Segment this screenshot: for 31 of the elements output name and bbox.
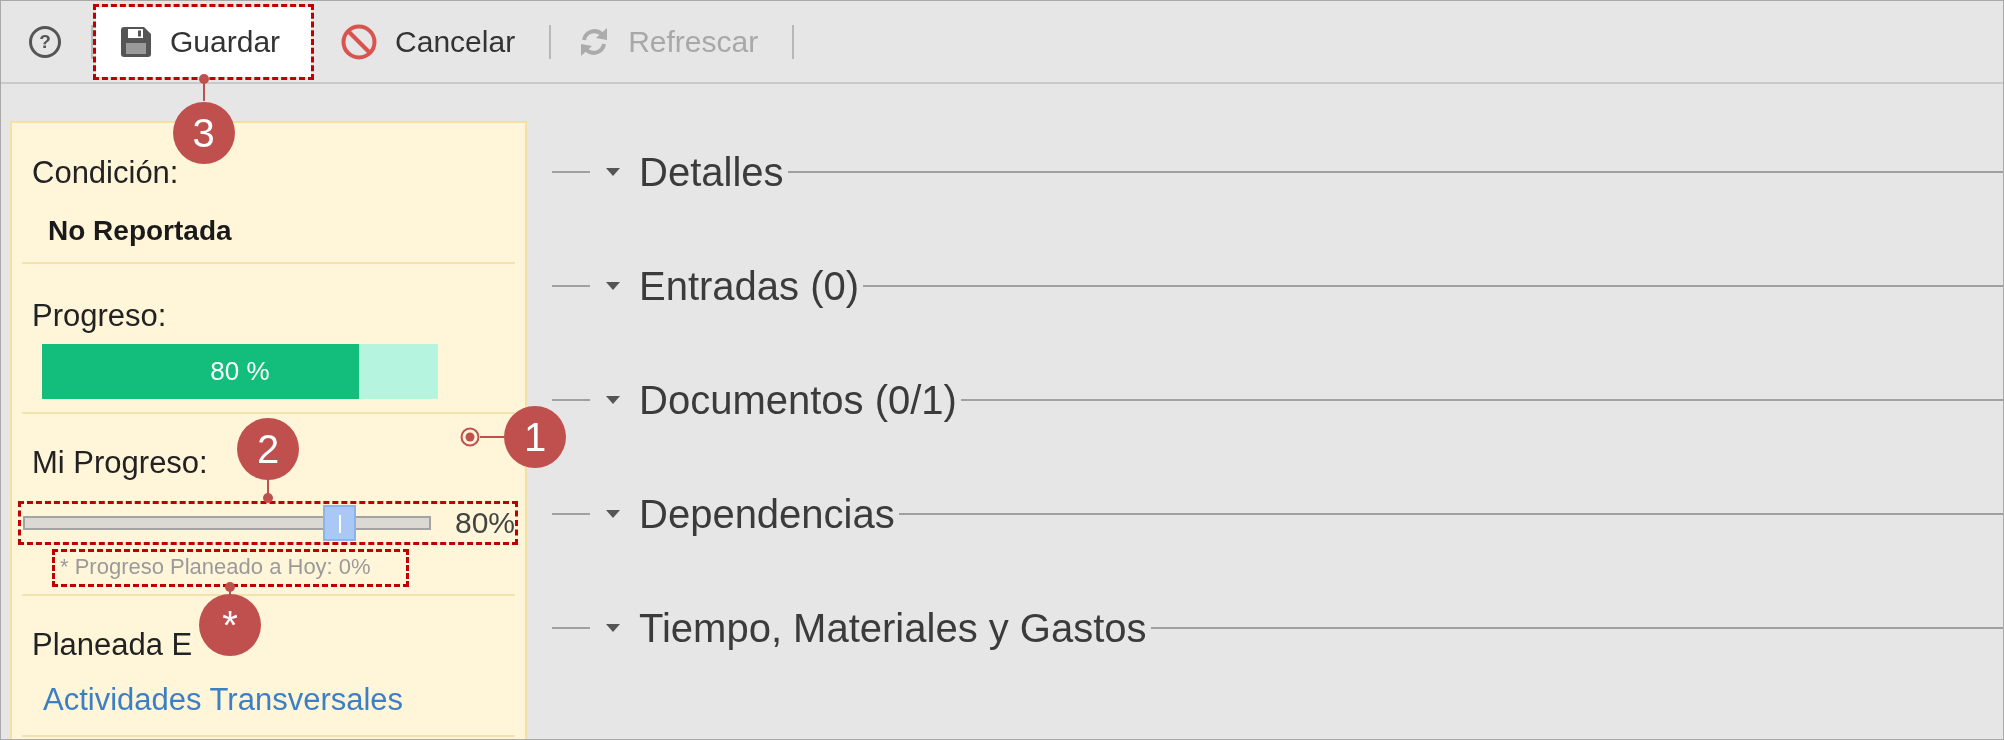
callout-badge: 3 xyxy=(172,101,235,164)
field-label: Progreso: xyxy=(32,298,167,334)
section-title[interactable]: Dependencias xyxy=(639,492,895,536)
help-button[interactable]: ? xyxy=(29,25,61,58)
section-title[interactable]: Tiempo, Materiales y Gastos xyxy=(639,606,1147,650)
caret-icon[interactable] xyxy=(606,396,620,404)
section-title[interactable]: Detalles xyxy=(639,150,784,194)
slider-value: 80% xyxy=(454,506,515,540)
callout-badge: 2 xyxy=(237,418,299,480)
field-label: Planeada E xyxy=(32,627,193,663)
leader-line xyxy=(197,72,210,101)
section-title[interactable]: Documentos (0/1) xyxy=(639,378,957,422)
caret-icon[interactable] xyxy=(606,282,620,290)
cancel-button[interactable]: Cancelar xyxy=(317,6,547,77)
section-title[interactable]: Entradas (0) xyxy=(639,264,860,308)
prohibited-icon xyxy=(341,23,378,60)
callout-badge: 1 xyxy=(504,406,566,468)
condition-value: No Reportada xyxy=(48,214,232,248)
caret-icon[interactable] xyxy=(606,624,620,632)
slider-thumb[interactable] xyxy=(323,505,356,541)
progress-percentage: 80 % xyxy=(210,356,270,387)
callout-badge: * xyxy=(199,594,261,656)
planned-progress-note: * Progreso Planeado a Hoy: 0% xyxy=(60,554,371,580)
target-icon xyxy=(460,427,480,447)
caret-icon[interactable] xyxy=(606,510,620,518)
activity-link[interactable]: Actividades Transversales xyxy=(43,682,404,718)
leader-line xyxy=(480,436,504,438)
save-button[interactable]: Guardar xyxy=(96,6,312,77)
field-label: Mi Progreso: xyxy=(32,445,208,481)
caret-icon[interactable] xyxy=(606,168,620,176)
slider-track[interactable] xyxy=(23,505,431,541)
